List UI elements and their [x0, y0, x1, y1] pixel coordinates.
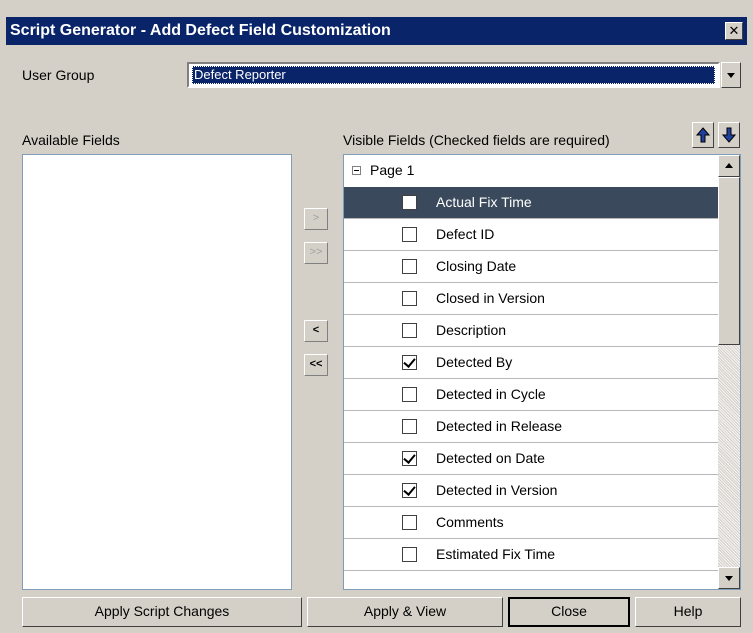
field-row[interactable]: Estimated Fix Time	[344, 539, 718, 571]
scroll-down-icon[interactable]	[718, 567, 740, 589]
field-row[interactable]: Detected on Date	[344, 443, 718, 475]
required-checkbox[interactable]	[402, 323, 417, 338]
required-checkbox[interactable]	[402, 387, 417, 402]
close-icon[interactable]: ✕	[725, 22, 743, 40]
collapse-icon[interactable]	[352, 166, 361, 175]
field-row[interactable]: Detected in Version	[344, 475, 718, 507]
remove-field-button[interactable]: <	[304, 320, 328, 342]
required-checkbox[interactable]	[402, 195, 417, 210]
apply-script-changes-button[interactable]: Apply Script Changes	[22, 597, 302, 627]
field-row[interactable]: Defect ID	[344, 219, 718, 251]
apply-view-button[interactable]: Apply & View	[307, 597, 503, 627]
move-up-button[interactable]	[692, 122, 714, 148]
field-label: Closed in Version	[436, 290, 545, 306]
tree-group-page-1[interactable]: Page 1	[344, 155, 718, 187]
scrollbar-thumb[interactable]	[718, 177, 740, 345]
required-checkbox[interactable]	[402, 291, 417, 306]
add-field-button[interactable]: >	[304, 208, 328, 230]
vertical-scrollbar[interactable]	[718, 155, 740, 589]
close-button[interactable]: Close	[508, 597, 630, 627]
required-checkbox[interactable]	[402, 355, 417, 370]
field-label: Detected on Date	[436, 450, 545, 466]
required-checkbox[interactable]	[402, 259, 417, 274]
required-checkbox[interactable]	[402, 227, 417, 242]
field-label: Actual Fix Time	[436, 194, 532, 210]
help-button[interactable]: Help	[635, 597, 741, 627]
title-bar: Script Generator - Add Defect Field Cust…	[6, 17, 747, 45]
tree-group-label: Page 1	[370, 162, 415, 178]
arrow-up-icon	[696, 127, 710, 143]
required-checkbox[interactable]	[402, 419, 417, 434]
user-group-value: Defect Reporter	[192, 66, 715, 84]
field-label: Closing Date	[436, 258, 517, 274]
available-fields-list[interactable]	[22, 154, 292, 590]
scroll-up-icon[interactable]	[718, 155, 740, 177]
user-group-select[interactable]: Defect Reporter	[187, 62, 720, 88]
add-all-fields-button[interactable]: >>	[304, 242, 328, 264]
dialog-title: Script Generator - Add Defect Field Cust…	[10, 22, 391, 39]
field-label: Detected in Release	[436, 418, 563, 434]
field-row[interactable]: Actual Fix Time	[344, 187, 718, 219]
field-label: Description	[436, 322, 507, 338]
field-row[interactable]: Comments	[344, 507, 718, 539]
field-label: Detected in Cycle	[436, 386, 546, 402]
field-row[interactable]: Closed in Version	[344, 283, 718, 315]
field-label: Estimated Fix Time	[436, 546, 556, 562]
field-label: Defect ID	[436, 226, 495, 242]
field-label: Detected By	[436, 354, 513, 370]
field-label: Comments	[436, 514, 504, 530]
field-row[interactable]: Description	[344, 315, 718, 347]
field-row[interactable]: Closing Date	[344, 251, 718, 283]
arrow-down-icon	[722, 127, 736, 143]
move-down-button[interactable]	[718, 122, 740, 148]
required-checkbox[interactable]	[402, 547, 417, 562]
available-fields-label: Available Fields	[22, 132, 120, 148]
field-row[interactable]: Detected in Cycle	[344, 379, 718, 411]
user-group-label: User Group	[22, 67, 95, 83]
visible-fields-tree[interactable]: Page 1 Actual Fix Time Defect ID Closing D…	[343, 154, 741, 590]
field-row[interactable]: Detected in Release	[344, 411, 718, 443]
chevron-down-icon[interactable]	[721, 62, 741, 88]
required-checkbox[interactable]	[402, 451, 417, 466]
remove-all-fields-button[interactable]: <<	[304, 354, 328, 376]
required-checkbox[interactable]	[402, 483, 417, 498]
required-checkbox[interactable]	[402, 515, 417, 530]
visible-fields-label: Visible Fields (Checked fields are requi…	[343, 132, 610, 148]
field-label: Detected in Version	[436, 482, 558, 498]
dialog-window: Script Generator - Add Defect Field Cust…	[0, 0, 753, 633]
field-row[interactable]: Detected By	[344, 347, 718, 379]
